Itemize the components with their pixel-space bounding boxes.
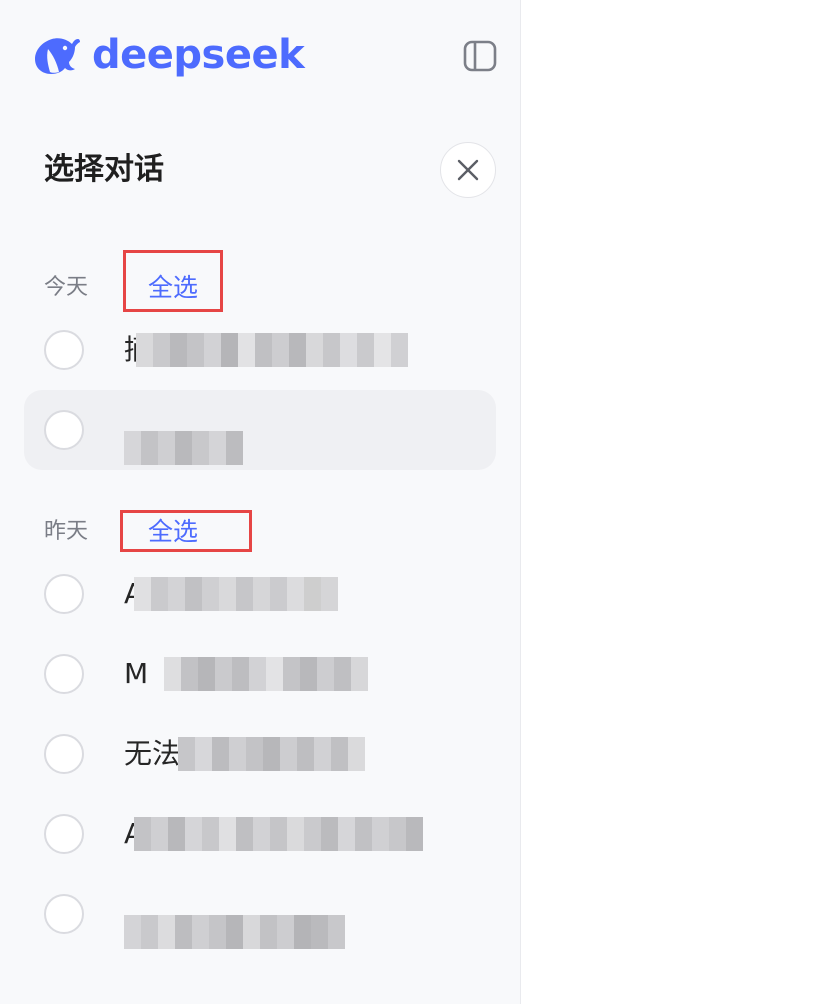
redacted-text bbox=[164, 656, 368, 692]
deepseek-logo[interactable]: deepseek bbox=[32, 32, 305, 78]
group-label-yesterday: 昨天 bbox=[44, 519, 89, 544]
select-radio[interactable] bbox=[44, 894, 84, 934]
select-all-yesterday-button[interactable]: 全选 bbox=[148, 516, 198, 548]
whale-logo-icon bbox=[35, 38, 80, 74]
close-button[interactable] bbox=[440, 142, 496, 198]
close-icon bbox=[457, 159, 479, 181]
select-radio[interactable] bbox=[44, 410, 84, 450]
redacted-text bbox=[136, 332, 408, 368]
redacted-text bbox=[134, 816, 423, 852]
conversation-item[interactable]: A bbox=[24, 794, 496, 874]
sidebar: deepseek 选择对话 今天 全选 摘 bbox=[0, 0, 521, 1004]
main-area bbox=[522, 0, 840, 1004]
conversation-title: A bbox=[124, 816, 423, 852]
conversation-title: M bbox=[124, 656, 368, 692]
conversation-item[interactable] bbox=[24, 390, 496, 470]
sidebar-toggle-button[interactable] bbox=[463, 39, 497, 73]
select-all-today-button[interactable]: 全选 bbox=[148, 272, 198, 304]
conversation-item[interactable]: 无法 bbox=[24, 714, 496, 794]
select-radio[interactable] bbox=[44, 814, 84, 854]
redacted-text bbox=[134, 576, 338, 612]
redacted-text bbox=[124, 914, 345, 950]
conversation-item[interactable]: 摘 bbox=[24, 310, 496, 390]
panel-title: 选择对话 bbox=[44, 152, 164, 187]
redacted-text bbox=[124, 430, 243, 466]
conversation-title: 无法 bbox=[124, 736, 365, 772]
redacted-text bbox=[178, 736, 365, 772]
conversation-title: 摘 bbox=[124, 332, 408, 368]
select-radio[interactable] bbox=[44, 654, 84, 694]
conversation-title: A bbox=[124, 576, 338, 612]
conversation-item[interactable]: M bbox=[24, 634, 496, 714]
conversation-item[interactable] bbox=[24, 874, 496, 954]
brand-name: deepseek bbox=[92, 32, 305, 78]
conversation-item[interactable]: A bbox=[24, 554, 496, 634]
select-radio[interactable] bbox=[44, 330, 84, 370]
sidebar-toggle-icon bbox=[463, 40, 497, 72]
group-label-today: 今天 bbox=[44, 275, 89, 300]
select-radio[interactable] bbox=[44, 574, 84, 614]
select-radio[interactable] bbox=[44, 734, 84, 774]
